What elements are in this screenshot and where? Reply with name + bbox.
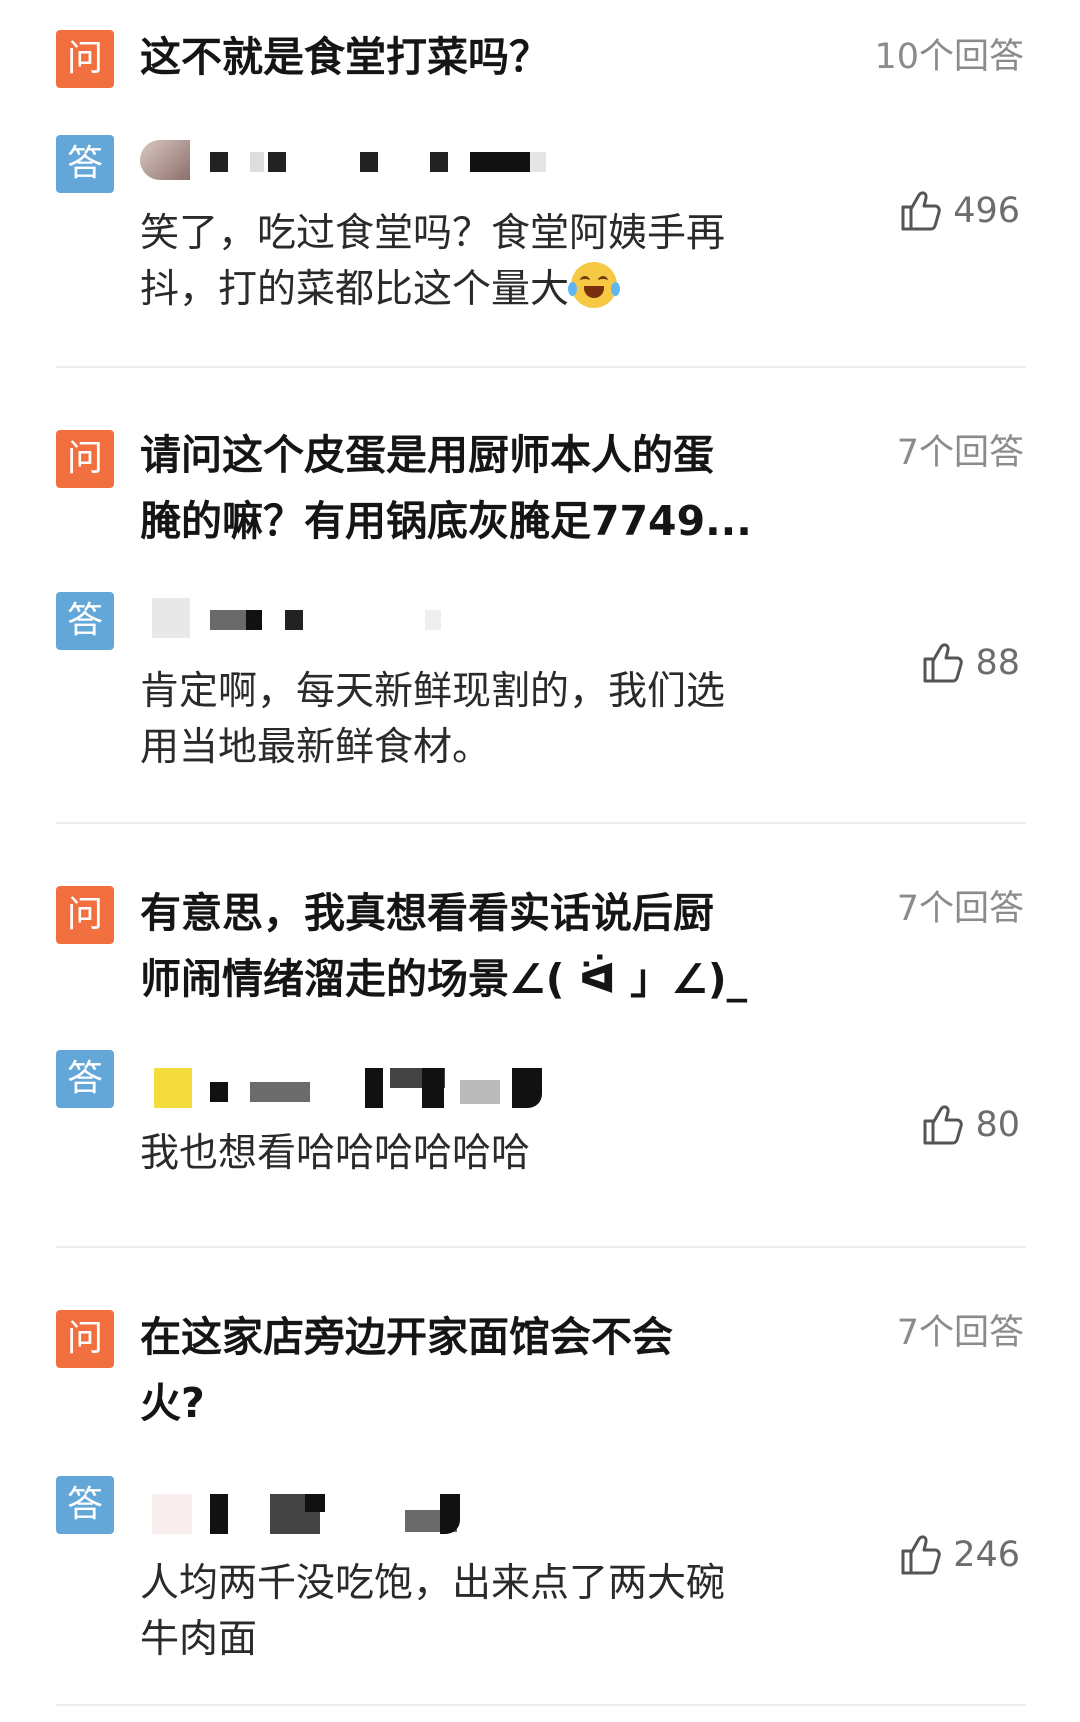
thumbs-up-icon [901, 191, 941, 231]
blurred-username [140, 598, 640, 638]
answer-line: 笑了，吃过食堂吗？食堂阿姨手再 [140, 211, 726, 256]
answer-line: 我也想看哈哈哈哈哈哈 [140, 1131, 531, 1176]
question-badge: 问 [56, 30, 114, 88]
like-button[interactable]: 246 [897, 1530, 1020, 1580]
answer-badge: 答 [56, 135, 114, 193]
answer-count[interactable]: 7个回答 [897, 1308, 1024, 1358]
like-button[interactable]: 496 [897, 186, 1020, 236]
answer-line-text: 抖，打的菜都比这个量大 [140, 267, 570, 312]
divider [56, 1704, 1026, 1706]
blurred-username [140, 1068, 640, 1108]
question-text[interactable]: 有意思，我真想看看实话说后厨 师闹情绪溜走的场景∠( ᐛ 」∠)_ [140, 880, 810, 1012]
qa-feed: 问 这不就是食堂打菜吗？ 10个回答 答 笑了，吃过食堂吗？食堂阿姨手再 抖，打… [0, 0, 1080, 1722]
like-count: 88 [975, 643, 1020, 683]
like-button[interactable]: 88 [919, 638, 1020, 688]
divider [56, 1246, 1026, 1248]
question-text[interactable]: 在这家店旁边开家面馆会不会 火? [140, 1304, 810, 1436]
answer-badge: 答 [56, 1476, 114, 1534]
answer-line: 肯定啊，每天新鲜现割的，我们选 [140, 669, 726, 714]
like-count: 80 [975, 1105, 1020, 1145]
blurred-username [140, 140, 640, 180]
thumbs-up-icon [923, 643, 964, 683]
like-button[interactable]: 80 [919, 1100, 1020, 1150]
answer-count[interactable]: 7个回答 [897, 428, 1024, 478]
question-line: 在这家店旁边开家面馆会不会 [140, 1313, 673, 1361]
question-badge: 问 [56, 430, 114, 488]
question-text[interactable]: 这不就是食堂打菜吗？ [140, 24, 810, 90]
answer-line: 牛肉面 [140, 1617, 258, 1662]
blurred-username [140, 1494, 640, 1534]
question-line: 师闹情绪溜走的场景∠( ᐛ 」∠)_ [140, 955, 748, 1003]
question-line: 这不就是食堂打菜吗？ [140, 33, 550, 81]
question-line: 火? [140, 1379, 205, 1427]
like-count: 246 [953, 1535, 1020, 1575]
question-text[interactable]: 请问这个皮蛋是用厨师本人的蛋 腌的嘛？有用锅底灰腌足7749... [140, 422, 810, 554]
answer-line: 人均两千没吃饱，出来点了两大碗 [140, 1561, 726, 1606]
thumbs-up-icon [901, 1535, 941, 1575]
thumbs-up-icon [923, 1105, 964, 1145]
divider [56, 822, 1026, 824]
answer-text: 肯定啊，每天新鲜现割的，我们选 用当地最新鲜食材。 [140, 664, 810, 776]
answer-count[interactable]: 7个回答 [897, 884, 1024, 934]
question-badge: 问 [56, 1310, 114, 1368]
question-line: 请问这个皮蛋是用厨师本人的蛋 [140, 431, 714, 479]
like-count: 496 [953, 191, 1020, 231]
answer-text: 笑了，吃过食堂吗？食堂阿姨手再 抖，打的菜都比这个量大 [140, 206, 810, 318]
crying-laughing-emoji-icon [568, 262, 621, 308]
answer-badge: 答 [56, 592, 114, 650]
answer-text: 我也想看哈哈哈哈哈哈 [140, 1126, 810, 1182]
question-line: 腌的嘛？有用锅底灰腌足7749... [140, 497, 752, 545]
question-line: 有意思，我真想看看实话说后厨 [140, 889, 714, 937]
answer-line: 用当地最新鲜食材。 [140, 725, 492, 770]
answer-line: 抖，打的菜都比这个量大 [140, 262, 810, 318]
question-badge: 问 [56, 886, 114, 944]
answer-text: 人均两千没吃饱，出来点了两大碗 牛肉面 [140, 1556, 810, 1668]
divider [56, 366, 1026, 368]
answer-count[interactable]: 10个回答 [874, 32, 1024, 82]
answer-badge: 答 [56, 1050, 114, 1108]
